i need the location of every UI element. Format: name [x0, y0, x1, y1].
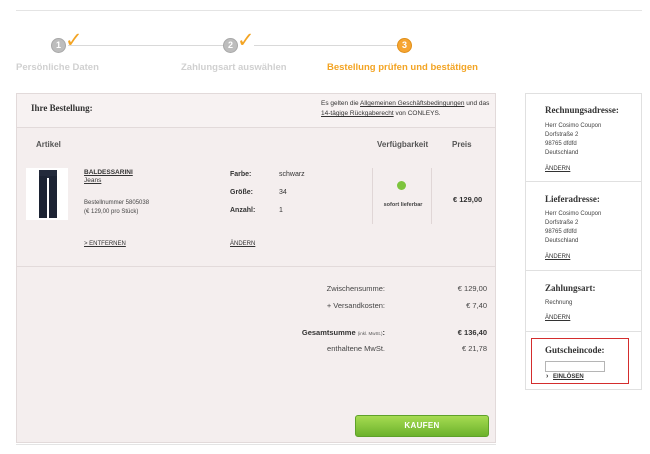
step-1-label[interactable]: Persönliche Daten: [16, 62, 99, 73]
total-label-text: Gesamtsumme: [301, 328, 356, 337]
total-value: € 136,40: [457, 328, 487, 337]
step-1-check-icon: ✓: [65, 28, 83, 52]
step-3-circle: 3: [397, 38, 412, 53]
step-3-label: Bestellung prüfen und bestätigen: [327, 62, 478, 73]
jeans-icon: [39, 170, 57, 218]
attr-quantity-label: Anzahl:: [230, 207, 256, 214]
summary-divider: [17, 266, 495, 267]
remove-item-link[interactable]: > ENTFERNEN: [84, 241, 126, 247]
payment-method: Rechnung: [545, 300, 573, 306]
progress-line-2: [254, 45, 397, 46]
product-unit-price: (€ 129,00 pro Stück): [84, 209, 139, 215]
terms-agb-link[interactable]: Allgemeinen Geschäftsbedingungen: [360, 100, 464, 107]
total-label: Gesamtsumme (inkl. MwSt.):: [302, 328, 385, 337]
delivery-address-title: Lieferadresse:: [545, 194, 600, 204]
subtotal-value: € 129,00: [457, 284, 487, 293]
total-vat-note: (inkl. MwSt.): [357, 331, 383, 336]
product-article-number: Bestellnummer 5805038: [84, 200, 150, 206]
delivery-address-line: 98765 dfdfd: [545, 229, 577, 235]
redeem-arrow-icon: ›: [546, 373, 549, 380]
availability-text: sofort lieferbar: [383, 202, 423, 208]
delivery-address-line: Deutschland: [545, 238, 579, 244]
column-header-article: Artikel: [36, 140, 61, 149]
order-header: Ihre Bestellung: Es gelten die Allgemein…: [17, 94, 495, 128]
item-price: € 129,00: [453, 195, 483, 204]
delivery-address-section: Lieferadresse: Herr Cosimo Coupon Dorfst…: [526, 182, 641, 271]
terms-text: und das: [464, 100, 490, 107]
attr-size-label: Größe:: [230, 189, 253, 196]
step-2-check-icon: ✓: [237, 28, 255, 52]
product-image[interactable]: [26, 168, 68, 220]
delivery-address-line: Herr Cosimo Coupon: [545, 211, 602, 217]
column-header-availability: Verfügbarkeit: [377, 140, 429, 149]
change-billing-link[interactable]: ÄNDERN: [545, 166, 570, 172]
availability-cell: sofort lieferbar: [372, 168, 432, 224]
progress-line-1: [68, 45, 224, 46]
step-2-label[interactable]: Zahlungsart auswählen: [181, 62, 287, 73]
billing-address-line: Dorfstraße 2: [545, 132, 579, 138]
availability-dot-icon: [397, 181, 406, 190]
product-name-link[interactable]: Jeans: [84, 177, 101, 184]
payment-section: Zahlungsart: Rechnung ÄNDERN: [526, 271, 641, 332]
total-label-colon: :: [382, 328, 386, 337]
top-divider: [16, 10, 642, 11]
coupon-input[interactable]: [545, 361, 605, 372]
change-payment-link[interactable]: ÄNDERN: [545, 315, 570, 321]
attr-size-value: 34: [279, 189, 287, 196]
change-delivery-link[interactable]: ÄNDERN: [545, 254, 570, 260]
delivery-address-line: Dorfstraße 2: [545, 220, 579, 226]
billing-address-section: Rechnungsadresse: Herr Cosimo Coupon Dor…: [526, 94, 641, 182]
order-box: Ihre Bestellung: Es gelten die Allgemein…: [16, 93, 496, 443]
billing-address-line: 98765 dfdfd: [545, 141, 577, 147]
terms-text: von CONLEYS.: [393, 110, 441, 117]
vat-value: € 21,78: [461, 344, 487, 353]
billing-address-line: Herr Cosimo Coupon: [545, 123, 602, 129]
step-2-circle: 2: [223, 38, 238, 53]
terms-text: Es gelten die: [321, 100, 361, 107]
column-header-price: Preis: [452, 140, 472, 149]
shipping-label: + Versandkosten:: [326, 301, 385, 310]
buy-button[interactable]: KAUFEN: [355, 415, 489, 437]
billing-address-title: Rechnungsadresse:: [545, 105, 619, 115]
attr-color-value: schwarz: [279, 171, 305, 178]
billing-address-line: Deutschland: [545, 150, 579, 156]
payment-title: Zahlungsart:: [545, 283, 596, 293]
order-title: Ihre Bestellung:: [31, 103, 93, 113]
terms-notice: Es gelten die Allgemeinen Geschäftsbedin…: [321, 99, 495, 119]
redeem-coupon-link[interactable]: EINLÖSEN: [553, 374, 584, 380]
change-item-link[interactable]: ÄNDERN: [230, 241, 255, 247]
product-brand-link[interactable]: BALDESSARINI: [84, 169, 133, 176]
step-1-circle: 1: [51, 38, 66, 53]
terms-return-link[interactable]: 14-tägige Rückgaberecht: [321, 110, 394, 117]
vat-label: enthaltene MwSt.: [327, 344, 385, 353]
subtotal-label: Zwischensumme:: [326, 284, 385, 293]
attr-quantity-value: 1: [279, 207, 283, 214]
bottom-divider: [16, 444, 496, 445]
attr-color-label: Farbe:: [230, 171, 252, 178]
shipping-value: € 7,40: [466, 301, 487, 310]
